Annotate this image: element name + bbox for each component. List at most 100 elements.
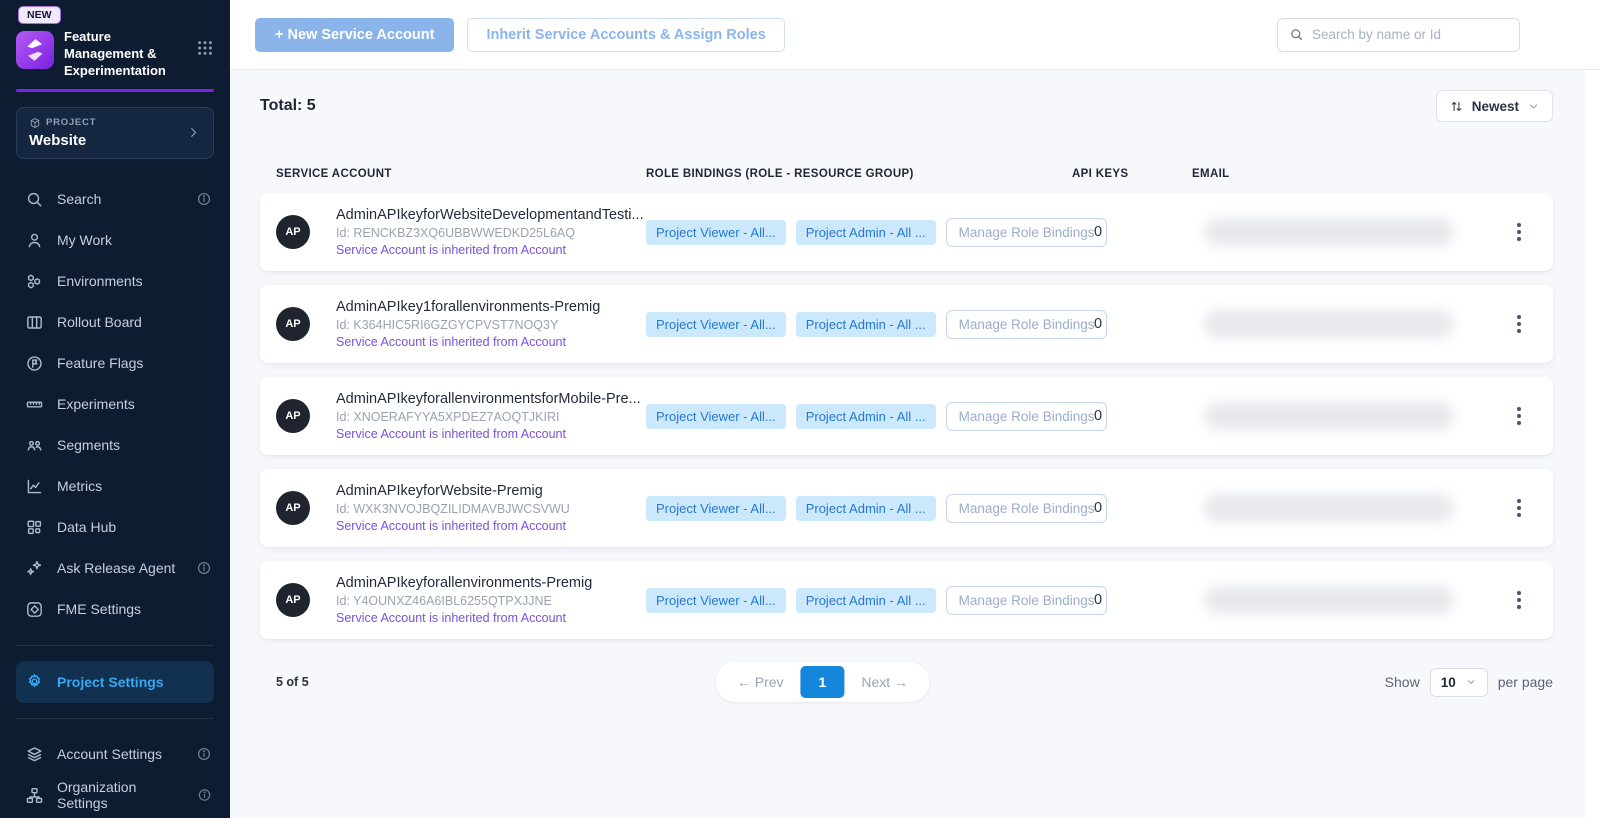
- avatar: AP: [276, 215, 310, 249]
- table-rows: AP AdminAPIkeyforWebsiteDevelopmentandTe…: [260, 193, 1553, 639]
- service-account-name: AdminAPIkeyforWebsiteDevelopmentandTesti…: [336, 207, 646, 223]
- inherited-note: Service Account is inherited from Accoun…: [336, 611, 646, 625]
- inherited-note: Service Account is inherited from Accoun…: [336, 335, 646, 349]
- nav-icon: [25, 395, 44, 414]
- info-icon[interactable]: [196, 191, 212, 207]
- sidebar-item[interactable]: Rollout Board: [0, 302, 230, 343]
- sidebar-item[interactable]: Organization Settings: [0, 775, 230, 816]
- search-icon: [1289, 27, 1304, 42]
- sidebar-item[interactable]: Feature Flags: [0, 343, 230, 384]
- info-icon[interactable]: [196, 746, 212, 762]
- sidebar-item-label: Search: [57, 191, 101, 207]
- nav-icon: [25, 190, 44, 209]
- chevron-down-icon: [1465, 676, 1477, 688]
- nav-icon: [25, 436, 44, 455]
- project-cube-icon: [29, 117, 41, 129]
- role-badge: Project Viewer - All...: [646, 588, 786, 613]
- brand-underline: [16, 89, 214, 92]
- table-row: AP AdminAPIkeyforWebsite-Premig Id: WXK3…: [260, 469, 1553, 547]
- app-switcher-icon[interactable]: [196, 39, 214, 57]
- search-input[interactable]: [1312, 27, 1508, 42]
- sidebar-item-label: Project Settings: [57, 674, 164, 690]
- service-account-id: Id: XNOERAFYYA5XPDEZ7AOQTJKIRI: [336, 410, 646, 424]
- api-keys-count: 0: [1072, 500, 1192, 516]
- avatar: AP: [276, 583, 310, 617]
- kebab-menu[interactable]: [1501, 493, 1537, 523]
- show-label: Show: [1385, 674, 1420, 690]
- main-area: + New Service Account Inherit Service Ac…: [230, 0, 1600, 818]
- info-icon[interactable]: [197, 787, 212, 803]
- api-keys-count: 0: [1072, 592, 1192, 608]
- info-icon[interactable]: [196, 560, 212, 576]
- role-badge: Project Viewer - All...: [646, 220, 786, 245]
- service-account-name: AdminAPIkeyforallenvironmentsforMobile-P…: [336, 391, 646, 407]
- next-page-button[interactable]: Next →: [844, 667, 925, 697]
- role-badge: Project Admin - All ...: [796, 496, 936, 521]
- content-panel: Total: 5 Newest SERVICE ACCOUNT ROLE BIN…: [230, 70, 1585, 818]
- table-row: AP AdminAPIkey1forallenvironments-Premig…: [260, 285, 1553, 363]
- nav-icon: [25, 231, 44, 250]
- new-service-account-button[interactable]: + New Service Account: [255, 18, 454, 52]
- sidebar-item[interactable]: Account Settings: [0, 734, 230, 775]
- project-selector[interactable]: PROJECT Website: [16, 107, 214, 159]
- sidebar-bottom: Account Settings Organization Settings: [0, 734, 230, 816]
- api-keys-count: 0: [1072, 316, 1192, 332]
- kebab-menu[interactable]: [1501, 217, 1537, 247]
- service-account-id: Id: WXK3NVOJBQZILIDMAVBJWCSVWU: [336, 502, 646, 516]
- table-header: SERVICE ACCOUNT ROLE BINDINGS (ROLE - RE…: [260, 168, 1553, 180]
- kebab-menu[interactable]: [1501, 585, 1537, 615]
- service-account-name: AdminAPIkeyforWebsite-Premig: [336, 483, 646, 499]
- service-account-id: Id: RENCKBZ3XQ6UBBWWEDKD25L6AQ: [336, 226, 646, 240]
- sidebar-item[interactable]: Search: [0, 179, 230, 220]
- sidebar-item[interactable]: Segments: [0, 425, 230, 466]
- avatar: AP: [276, 307, 310, 341]
- role-badge: Project Admin - All ...: [796, 220, 936, 245]
- total-count: Total: 5: [260, 97, 316, 115]
- pager: ← Prev 1 Next →: [716, 662, 929, 702]
- nav-icon: [25, 272, 44, 291]
- sidebar-item[interactable]: Data Hub: [0, 507, 230, 548]
- column-header-service-account: SERVICE ACCOUNT: [276, 168, 646, 180]
- inherited-note: Service Account is inherited from Accoun…: [336, 519, 646, 533]
- sidebar-item[interactable]: Metrics: [0, 466, 230, 507]
- role-badge: Project Viewer - All...: [646, 496, 786, 521]
- page-size-dropdown[interactable]: 10: [1430, 668, 1488, 697]
- api-keys-count: 0: [1072, 224, 1192, 240]
- new-badge: NEW: [18, 6, 61, 24]
- page-size-control: Show 10 per page: [1385, 668, 1553, 697]
- sidebar-item[interactable]: My Work: [0, 220, 230, 261]
- project-name: Website: [29, 132, 96, 149]
- api-keys-count: 0: [1072, 408, 1192, 424]
- search-box[interactable]: [1277, 18, 1520, 52]
- sidebar-item-project-settings[interactable]: Project Settings: [16, 661, 214, 703]
- pagination: 5 of 5 ← Prev 1 Next → Show 10 per page: [260, 661, 1553, 703]
- sort-dropdown[interactable]: Newest: [1436, 90, 1553, 122]
- sidebar-item-label: Data Hub: [57, 519, 116, 535]
- sidebar-item[interactable]: Environments: [0, 261, 230, 302]
- nav-icon: [25, 559, 44, 578]
- toolbar: + New Service Account Inherit Service Ac…: [230, 0, 1600, 70]
- project-label: PROJECT: [46, 117, 96, 128]
- page-size-value: 10: [1441, 675, 1456, 690]
- email-redacted: [1204, 402, 1454, 430]
- sidebar-item-label: Rollout Board: [57, 314, 142, 330]
- kebab-menu[interactable]: [1501, 401, 1537, 431]
- column-header-email: EMAIL: [1192, 168, 1501, 180]
- role-badge: Project Admin - All ...: [796, 312, 936, 337]
- nav-icon: [25, 313, 44, 332]
- role-badge: Project Viewer - All...: [646, 404, 786, 429]
- app-title: Feature Management & Experimentation: [64, 29, 176, 80]
- service-account-id: Id: Y4OUNXZ46A6IBL6255QTPXJJNE: [336, 594, 646, 608]
- sidebar-item[interactable]: FME Settings: [0, 589, 230, 630]
- current-page-button[interactable]: 1: [801, 666, 845, 698]
- inherit-service-accounts-button[interactable]: Inherit Service Accounts & Assign Roles: [467, 18, 784, 52]
- prev-page-button[interactable]: ← Prev: [720, 667, 801, 697]
- kebab-menu[interactable]: [1501, 309, 1537, 339]
- sidebar-item[interactable]: Ask Release Agent: [0, 548, 230, 589]
- brand-block: NEW Feature Management & Experimentation: [0, 0, 230, 92]
- nav-icon: [25, 518, 44, 537]
- email-redacted: [1204, 494, 1454, 522]
- column-header-api-keys: API KEYS: [1072, 168, 1192, 180]
- sidebar-item-label: Segments: [57, 437, 120, 453]
- sidebar-item[interactable]: Experiments: [0, 384, 230, 425]
